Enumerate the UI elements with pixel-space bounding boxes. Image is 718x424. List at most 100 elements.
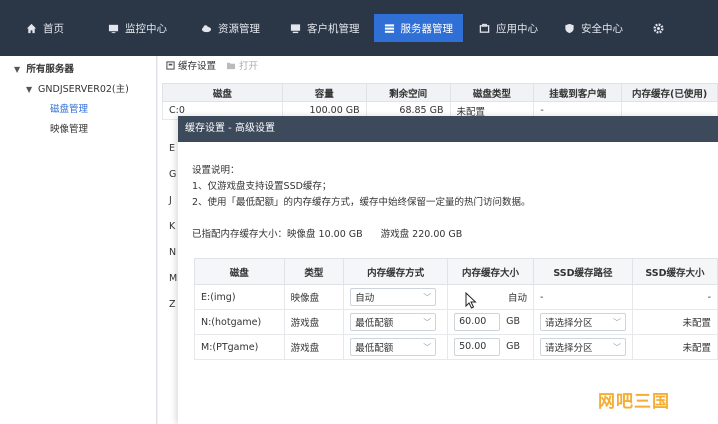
cell-ssd-size: 未配置 — [631, 334, 718, 360]
tree-server-node[interactable]: ▼ GNDJSERVER02(主) — [0, 80, 156, 100]
cell-disk: E:(img) — [194, 284, 285, 310]
cell-ssd-path: - — [532, 284, 633, 310]
nav-app-label: 应用中心 — [496, 22, 538, 35]
col-type: 类型 — [283, 258, 345, 285]
nav-home[interactable]: 首页 — [16, 14, 74, 42]
dialog-body: 设置说明： 1、仅游戏盘支持设置SSD缓存； 2、使用「最低配额」的内存缓存方式… — [178, 163, 718, 240]
nav-home-label: 首页 — [43, 22, 64, 35]
cache-settings-dialog: 缓存设置 - 高级设置 设置说明： 1、仅游戏盘支持设置SSD缓存； 2、使用「… — [178, 116, 718, 424]
open-button[interactable]: 打开 — [226, 58, 258, 72]
alloc-image: 映像盘 10.00 GB — [287, 229, 363, 240]
folder-icon — [226, 62, 236, 69]
chevron-down-icon: ﹀ — [612, 342, 621, 352]
cell-mem-size: 50.00 GB — [447, 334, 534, 360]
nav-client[interactable]: 客户机管理 — [280, 14, 370, 42]
col-free: 剩余空间 — [365, 83, 451, 102]
nav-server[interactable]: 服务器管理 — [373, 14, 463, 42]
nav-resource-label: 资源管理 — [218, 22, 260, 35]
cell-mem-mode: 自动 ﹀ — [343, 284, 449, 310]
cell-disk: N:(hotgame) — [194, 309, 285, 335]
tree-all-servers-label: 所有服务器 — [26, 64, 74, 75]
top-navigation: 首页 监控中心 资源管理 客户机管理 服务器管理 应用中心 安全中心 — [0, 0, 718, 56]
caret-down-icon: ▼ — [14, 65, 21, 74]
nav-app[interactable]: 应用中心 — [469, 14, 548, 42]
home-icon — [26, 23, 37, 33]
chevron-down-icon: ﹀ — [612, 317, 621, 327]
nav-settings[interactable] — [643, 14, 670, 42]
caret-down-icon: ▼ — [26, 85, 33, 94]
col-mount: 挂载到客户端 — [533, 83, 623, 102]
row-letter: E — [169, 143, 176, 154]
table-row[interactable]: E:(img) 映像盘 自动 ﹀ 自动 - - — [194, 284, 718, 310]
cell-disk: M:(PTgame) — [194, 334, 285, 360]
monitor-icon — [108, 24, 119, 33]
tree-disk-management-label: 磁盘管理 — [50, 104, 89, 115]
cell-type: 游戏盘 — [283, 309, 345, 335]
allocated-cache-summary: 已指配内存缓存大小：映像盘 10.00 GB 游戏盘 220.00 GB — [192, 226, 718, 240]
nav-security[interactable]: 安全中心 — [554, 14, 633, 42]
cell-mem-size: 自动 — [447, 284, 534, 310]
ssd-path-select[interactable]: 请选择分区 ﹀ — [539, 338, 626, 356]
tree-image-management-label: 映像管理 — [50, 124, 89, 135]
desktop-icon — [290, 23, 301, 33]
chevron-down-icon: ﹀ — [423, 342, 432, 352]
col-disk-type: 磁盘类型 — [449, 83, 535, 102]
row-letter: J — [169, 195, 172, 206]
mem-size-unit: GB — [506, 316, 520, 327]
cloud-icon — [201, 24, 212, 32]
mem-mode-select[interactable]: 自动 ﹀ — [350, 288, 437, 306]
nav-server-label: 服务器管理 — [400, 22, 454, 35]
col-disk: 磁盘 — [194, 258, 285, 285]
cell-mem-size: 60.00 GB — [447, 309, 534, 335]
mem-size-input[interactable]: 50.00 — [454, 338, 501, 356]
table-row[interactable]: M:(PTgame) 游戏盘 最低配额 ﹀ 50.00 GB 请选择分区 ﹀ 未配置 — [194, 334, 718, 360]
mem-mode-value: 自动 — [355, 293, 375, 304]
mem-mode-select[interactable]: 最低配额 ﹀ — [350, 313, 437, 331]
tree-disk-management[interactable]: 磁盘管理 — [0, 100, 156, 120]
col-ssd-path: SSD缓存路径 — [532, 258, 633, 285]
cell-ssd-size: - — [631, 284, 718, 310]
row-letter: K — [169, 221, 176, 232]
disk-row-letters: E G J K N M Z — [169, 136, 177, 318]
row-letter: G — [169, 169, 177, 180]
nav-monitor-label: 监控中心 — [125, 22, 167, 35]
nav-monitor[interactable]: 监控中心 — [98, 14, 177, 42]
mem-mode-select[interactable]: 最低配额 ﹀ — [350, 338, 437, 356]
cache-settings-button[interactable]: 缓存设置 — [166, 58, 216, 72]
row-letter: Z — [169, 299, 176, 310]
cell-ssd-path: 请选择分区 ﹀ — [532, 334, 633, 360]
nav-security-label: 安全中心 — [581, 22, 623, 35]
tree-image-management[interactable]: 映像管理 — [0, 120, 156, 140]
watermark-logo: 网吧三国 — [598, 392, 670, 412]
tree-all-servers[interactable]: ▼ 所有服务器 — [0, 60, 156, 80]
col-capacity: 容量 — [281, 83, 367, 102]
table-row[interactable]: N:(hotgame) 游戏盘 最低配额 ﹀ 60.00 GB 请选择分区 ﹀ 未配置 — [194, 309, 718, 335]
col-mem-size: 内存缓存大小 — [447, 258, 534, 285]
cell-type: 游戏盘 — [283, 334, 345, 360]
mem-size-input[interactable]: 60.00 — [454, 313, 501, 331]
mem-size-unit: GB — [506, 341, 520, 352]
ssd-path-select[interactable]: 请选择分区 ﹀ — [539, 313, 626, 331]
ssd-path-value: 请选择分区 — [544, 343, 593, 354]
cell-ssd-path: 请选择分区 ﹀ — [532, 309, 633, 335]
chevron-down-icon: ﹀ — [423, 292, 432, 302]
mem-mode-value: 最低配额 — [355, 343, 394, 354]
server-tree-sidebar: ▼ 所有服务器 ▼ GNDJSERVER02(主) 磁盘管理 映像管理 — [0, 56, 157, 424]
toolbar: 缓存设置 打开 — [158, 56, 718, 74]
shield-icon — [565, 23, 574, 33]
chevron-down-icon: ﹀ — [423, 317, 432, 327]
cell-mem-mode: 最低配额 ﹀ — [343, 334, 449, 360]
row-letter: N — [169, 247, 177, 258]
cell-ssd-size: 未配置 — [631, 309, 718, 335]
gear-icon — [653, 22, 664, 34]
nav-resource[interactable]: 资源管理 — [191, 14, 270, 42]
app-icon — [479, 23, 490, 33]
desc-heading: 设置说明： — [192, 165, 240, 176]
cache-icon — [166, 60, 175, 70]
cell-type: 映像盘 — [283, 284, 345, 310]
disk-table: 磁盘 容量 剩余空间 磁盘类型 挂载到客户端 内存缓存(已使用) C:0 100… — [162, 83, 718, 120]
col-mem-cache: 内存缓存(已使用) — [621, 83, 718, 102]
cache-settings-label: 缓存设置 — [178, 61, 217, 72]
dialog-title: 缓存设置 - 高级设置 — [178, 116, 718, 142]
cell-mem-mode: 最低配额 ﹀ — [343, 309, 449, 335]
